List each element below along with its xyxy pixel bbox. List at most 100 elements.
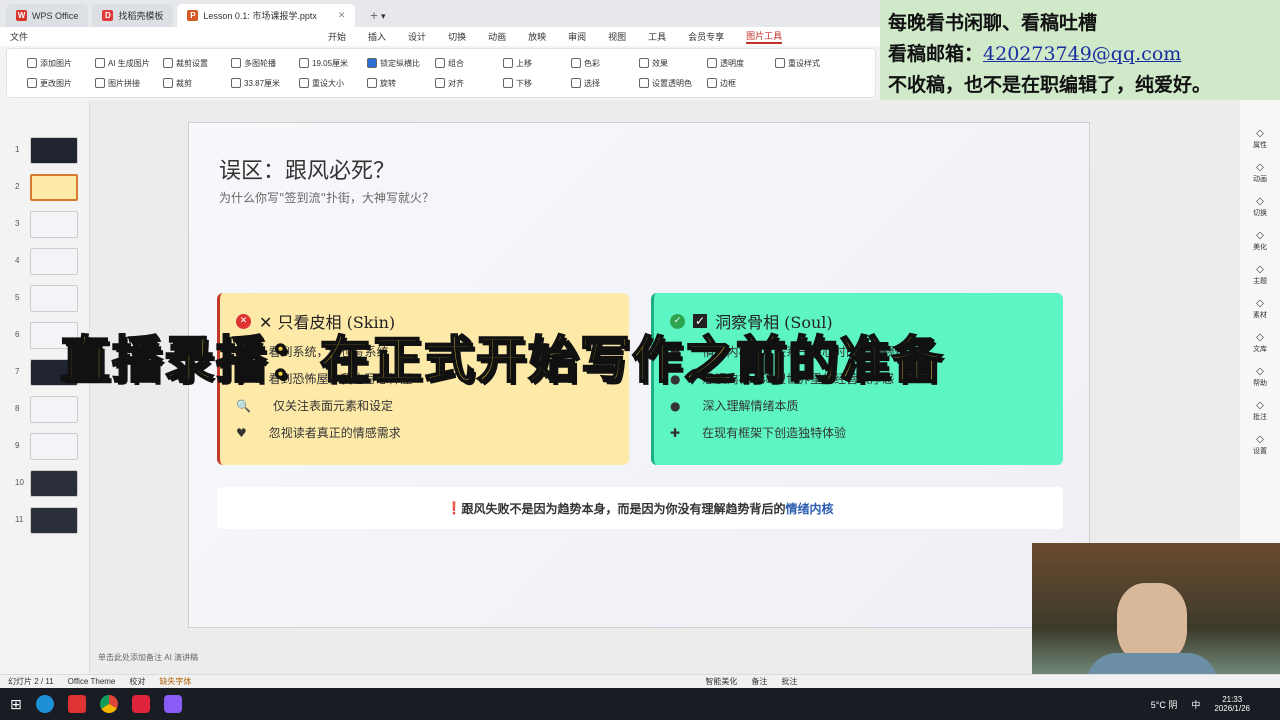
menu-tools[interactable]: 工具 xyxy=(648,30,666,43)
ai-generate-button[interactable]: AI 生成图片 xyxy=(95,58,163,69)
change-picture-button[interactable]: 更改图片 xyxy=(27,78,95,89)
menu-member[interactable]: 会员专享 xyxy=(688,30,724,43)
menu-view[interactable]: 视图 xyxy=(608,30,626,43)
wps-icon[interactable] xyxy=(67,695,86,713)
slide-thumbnail[interactable] xyxy=(30,174,78,201)
menu-file[interactable]: 文件 xyxy=(10,30,28,43)
menu-slideshow[interactable]: 放映 xyxy=(528,30,546,43)
menu-design[interactable]: 设计 xyxy=(408,30,426,43)
slide-number: 5 xyxy=(15,293,20,302)
proofing-button[interactable]: 校对 xyxy=(129,676,145,687)
width-input[interactable]: 33.87厘米 xyxy=(231,78,299,89)
list-item: 忽视读者真正的情感需求 xyxy=(268,426,401,440)
slide-counter: 幻灯片 2 / 11 xyxy=(8,677,54,686)
new-tab-button[interactable]: ＋ ▾ xyxy=(359,4,395,27)
menu-home[interactable]: 开始 xyxy=(328,30,346,43)
missing-font-button[interactable]: 缺失字体 xyxy=(159,676,191,687)
transparency-button[interactable]: 透明度 xyxy=(707,58,775,69)
tab-lesson[interactable]: P Lesson 0.1: 市场课报学.pptx ✕ xyxy=(177,4,356,27)
windows-start-icon[interactable]: ⊞ xyxy=(10,696,22,713)
slide-thumbnail[interactable] xyxy=(30,285,78,312)
side-panel-button[interactable]: ◇ 美化 xyxy=(1253,230,1267,252)
carousel-button[interactable]: 多图轮播 xyxy=(231,58,299,69)
slide-thumbnail[interactable] xyxy=(30,137,78,164)
align-button[interactable]: 对齐 xyxy=(435,78,503,89)
clock[interactable]: 21:33 2026/1/26 xyxy=(1214,695,1250,713)
side-panel-button[interactable]: ◇ 设置 xyxy=(1253,434,1267,456)
email-link[interactable]: 420273749@qq.com xyxy=(983,43,1181,65)
border-button[interactable]: 边框 xyxy=(707,78,775,89)
slide-thumbnail[interactable] xyxy=(30,433,78,460)
panel-icon: ◇ xyxy=(1256,400,1264,411)
slide-thumbnail[interactable] xyxy=(30,396,78,423)
slide-thumbnail[interactable] xyxy=(30,211,78,238)
edge-icon[interactable] xyxy=(35,695,54,713)
menu-animation[interactable]: 动画 xyxy=(488,30,506,43)
tab-template[interactable]: D 找稻壳模板 xyxy=(92,4,174,27)
rotate-button[interactable]: 旋转 xyxy=(367,78,435,89)
reset-style-button[interactable]: 重设样式 xyxy=(775,58,843,69)
bring-forward-button[interactable]: 上移 xyxy=(503,58,571,69)
comments-button[interactable]: 批注 xyxy=(781,676,797,687)
wps-logo-icon: W xyxy=(16,10,27,21)
slide-number: 11 xyxy=(15,515,24,524)
color-button[interactable]: 色彩 xyxy=(571,58,639,69)
app-icon[interactable] xyxy=(163,695,182,713)
tab-label: 找稻壳模板 xyxy=(118,11,164,21)
menu-insert[interactable]: 插入 xyxy=(368,30,386,43)
crop-button[interactable]: 裁剪 xyxy=(163,78,231,89)
side-panel-button[interactable]: ◇ 属性 xyxy=(1253,128,1267,150)
slide-number: 1 xyxy=(15,145,20,154)
slide-subtitle: 为什么你写"签到流"扑街，大神写就火？ xyxy=(219,191,435,205)
reset-size-button[interactable]: 重设大小 xyxy=(299,78,367,89)
side-panel-button[interactable]: ◇ 切换 xyxy=(1253,196,1267,218)
note-line: 不收稿，也不是在职编辑了，纯爱好。 xyxy=(888,74,1212,96)
weather[interactable]: 5°C 阴 xyxy=(1151,698,1178,711)
chrome-icon[interactable] xyxy=(99,695,118,713)
select-button[interactable]: 选择 xyxy=(571,78,639,89)
crop-settings-button[interactable]: 裁剪设置 xyxy=(163,58,231,69)
slide-number: 2 xyxy=(15,182,20,191)
slide-number: 7 xyxy=(15,367,20,376)
notes-placeholder[interactable]: 单击此处添加备注 xyxy=(98,653,162,662)
side-panel-button[interactable]: ◇ 动画 xyxy=(1253,162,1267,184)
ime-indicator[interactable]: 中 xyxy=(1191,698,1200,711)
panel-icon: ◇ xyxy=(1256,128,1264,139)
taskbar: ⊞ 5°C 阴 中 21:33 2026/1/26 xyxy=(0,688,1280,720)
theme-name[interactable]: Office Theme xyxy=(68,677,116,686)
beautify-button[interactable]: 智能美化 xyxy=(705,676,737,687)
side-panel-button[interactable]: ◇ 文库 xyxy=(1253,332,1267,354)
search-icon: 🔍 xyxy=(236,398,251,413)
effects-button[interactable]: 效果 xyxy=(639,58,707,69)
menu-picture-tools[interactable]: 图片工具 xyxy=(746,29,783,44)
ai-notes-button[interactable]: AI 演讲稿 xyxy=(164,653,198,662)
side-panel-button[interactable]: ◇ 主题 xyxy=(1253,264,1267,286)
lock-ratio-checkbox[interactable]: 锁定纵横比 xyxy=(367,58,435,69)
panel-icon: ◇ xyxy=(1256,230,1264,241)
slide-number: 9 xyxy=(15,441,20,450)
slide-thumbnail[interactable] xyxy=(30,248,78,275)
tab-label: Lesson 0.1: 市场课报学.pptx xyxy=(203,11,317,21)
slide-thumbnail[interactable] xyxy=(30,470,78,497)
panel-icon: ◇ xyxy=(1256,366,1264,377)
menu-review[interactable]: 审阅 xyxy=(568,30,586,43)
height-input[interactable]: 19.05厘米 xyxy=(299,58,367,69)
menu-transition[interactable]: 切换 xyxy=(448,30,466,43)
add-picture-button[interactable]: 添加图片 xyxy=(27,58,95,69)
close-icon[interactable]: ✕ xyxy=(338,10,346,21)
panel-icon: ◇ xyxy=(1256,264,1264,275)
side-panel-button[interactable]: ◇ 素材 xyxy=(1253,298,1267,320)
group-button[interactable]: 组合 xyxy=(435,58,503,69)
send-backward-button[interactable]: 下移 xyxy=(503,78,571,89)
notes-button[interactable]: 备注 xyxy=(751,676,767,687)
note-label: 看稿邮箱： xyxy=(888,43,984,65)
status-bar: 幻灯片 2 / 11 Office Theme 校对 缺失字体 智能美化 备注 … xyxy=(0,674,1280,688)
slide-thumbnail[interactable] xyxy=(30,507,78,534)
set-transparent-color-button[interactable]: 设置透明色 xyxy=(639,78,707,89)
webcam-overlay xyxy=(1032,543,1280,685)
tab-wps-office[interactable]: W WPS Office xyxy=(6,4,89,27)
side-panel-button[interactable]: ◇ 帮助 xyxy=(1253,366,1267,388)
picture-stitch-button[interactable]: 图片拼接 xyxy=(95,78,163,89)
side-panel-button[interactable]: ◇ 批注 xyxy=(1253,400,1267,422)
recorder-icon[interactable] xyxy=(131,695,150,713)
